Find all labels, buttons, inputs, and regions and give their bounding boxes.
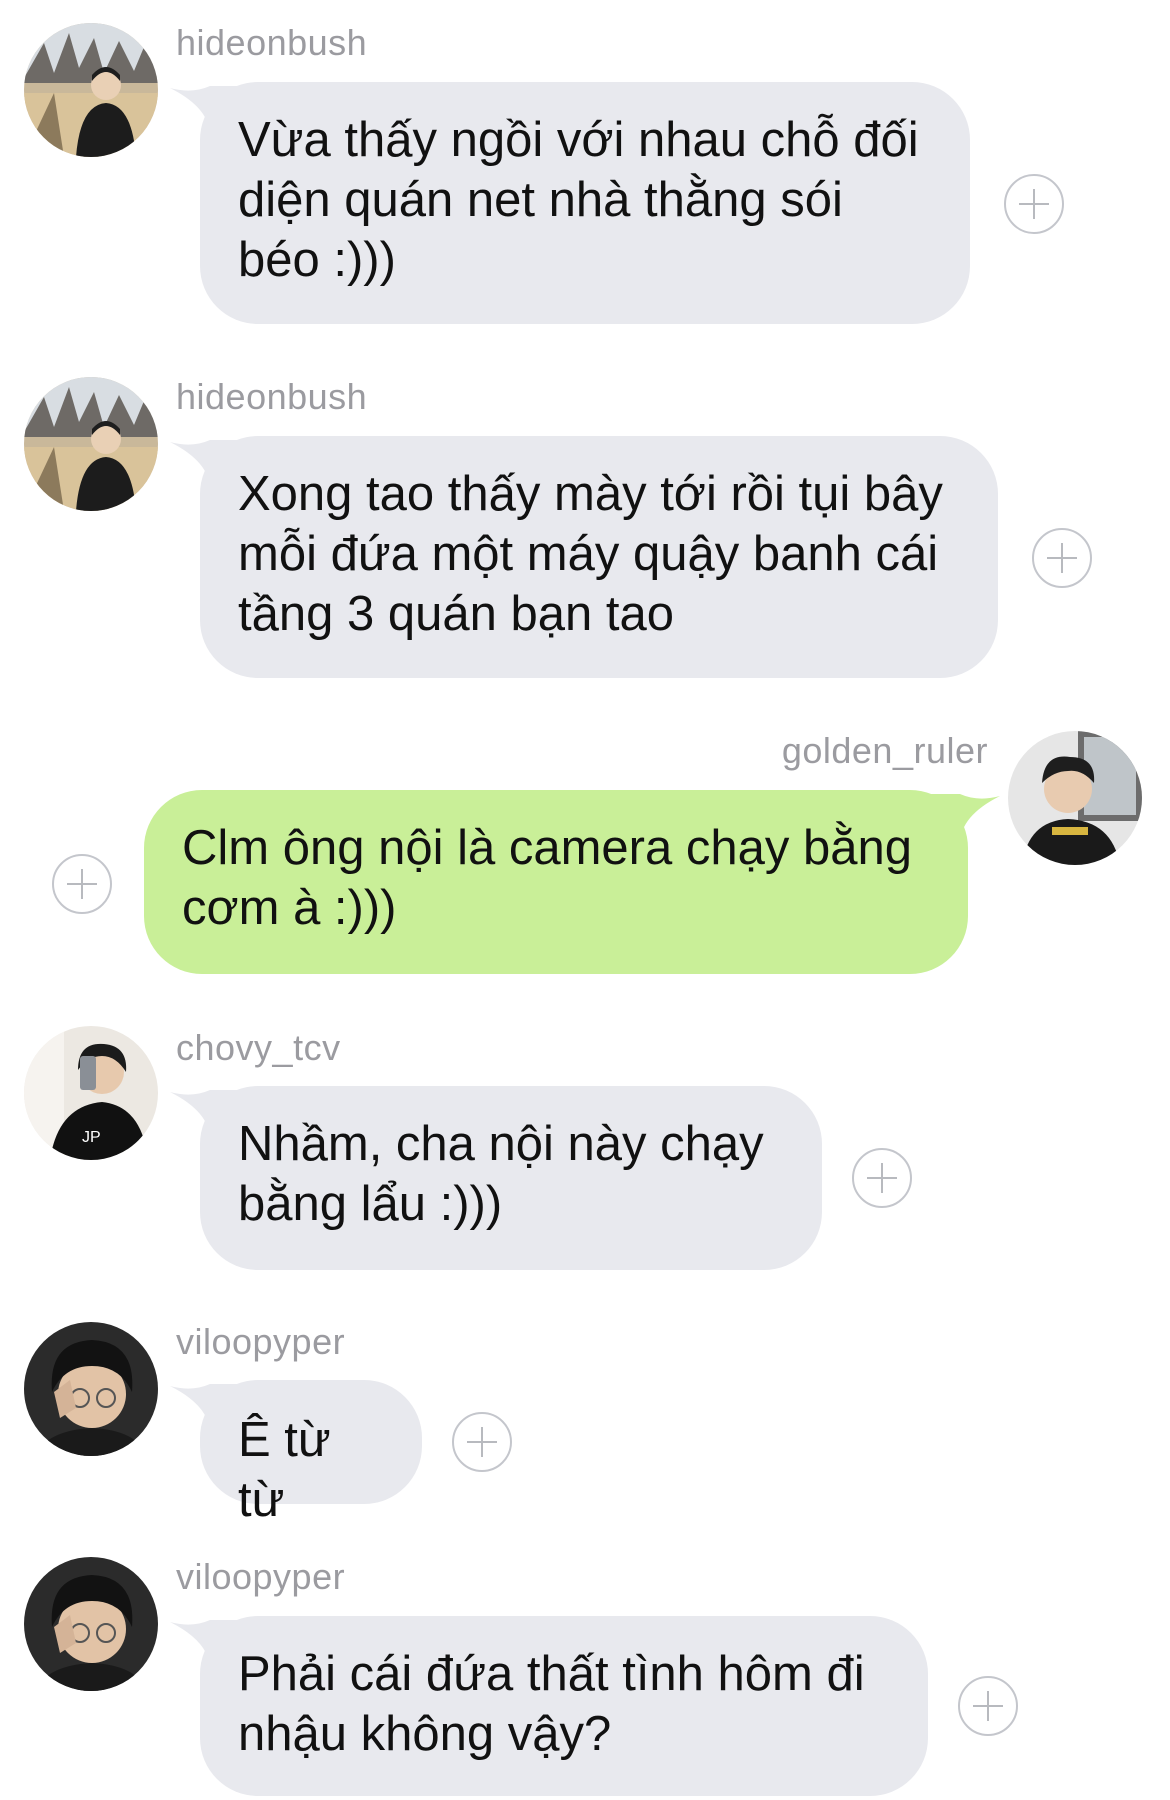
plus-circle-icon[interactable]	[958, 1676, 1018, 1736]
profile-photo-icon	[24, 377, 158, 511]
sender-username: viloopyper	[176, 1321, 346, 1362]
plus-circle-icon[interactable]	[452, 1412, 512, 1472]
message-bubble[interactable]: Ê từ từ	[200, 1380, 422, 1527]
sender-username: chovy_tcv	[176, 1027, 341, 1068]
message-bubble[interactable]: Phải cái đứa thất tình hôm đi nhậu không…	[200, 1616, 928, 1796]
plus-circle-icon[interactable]	[52, 854, 112, 914]
chat-thread: hideonbush Vừa thấy ngồi với nhau chỗ đố…	[0, 0, 1170, 1800]
sender-username: hideonbush	[176, 376, 368, 417]
plus-circle-icon[interactable]	[852, 1148, 912, 1208]
profile-photo-icon	[24, 23, 158, 157]
profile-photo-icon	[24, 1557, 158, 1691]
sender-username: golden_ruler	[781, 730, 988, 771]
sender-username: hideonbush	[176, 22, 368, 63]
message-bubble[interactable]: Xong tao thấy mày tới rồi tụi bây mỗi đứ…	[200, 436, 998, 678]
svg-text:JP: JP	[82, 1129, 101, 1146]
message-bubble[interactable]: Vừa thấy ngồi với nhau chỗ đối diện quán…	[200, 82, 970, 324]
plus-circle-icon[interactable]	[1032, 528, 1092, 588]
profile-photo-icon	[24, 1322, 158, 1456]
avatar[interactable]	[24, 23, 158, 157]
message-bubble[interactable]: Nhầm, cha nội này chạy bằng lẩu :)))	[200, 1086, 822, 1270]
avatar[interactable]	[24, 1322, 158, 1456]
profile-photo-icon: JP	[24, 1026, 158, 1160]
avatar[interactable]	[24, 377, 158, 511]
sender-username: viloopyper	[176, 1556, 346, 1597]
profile-photo-icon	[1008, 731, 1142, 865]
avatar[interactable]: JP	[24, 1026, 158, 1160]
avatar[interactable]	[24, 1557, 158, 1691]
avatar[interactable]	[1008, 731, 1142, 865]
message-bubble[interactable]: Clm ông nội là camera chạy bằng cơm à :)…	[144, 790, 968, 974]
plus-circle-icon[interactable]	[1004, 174, 1064, 234]
